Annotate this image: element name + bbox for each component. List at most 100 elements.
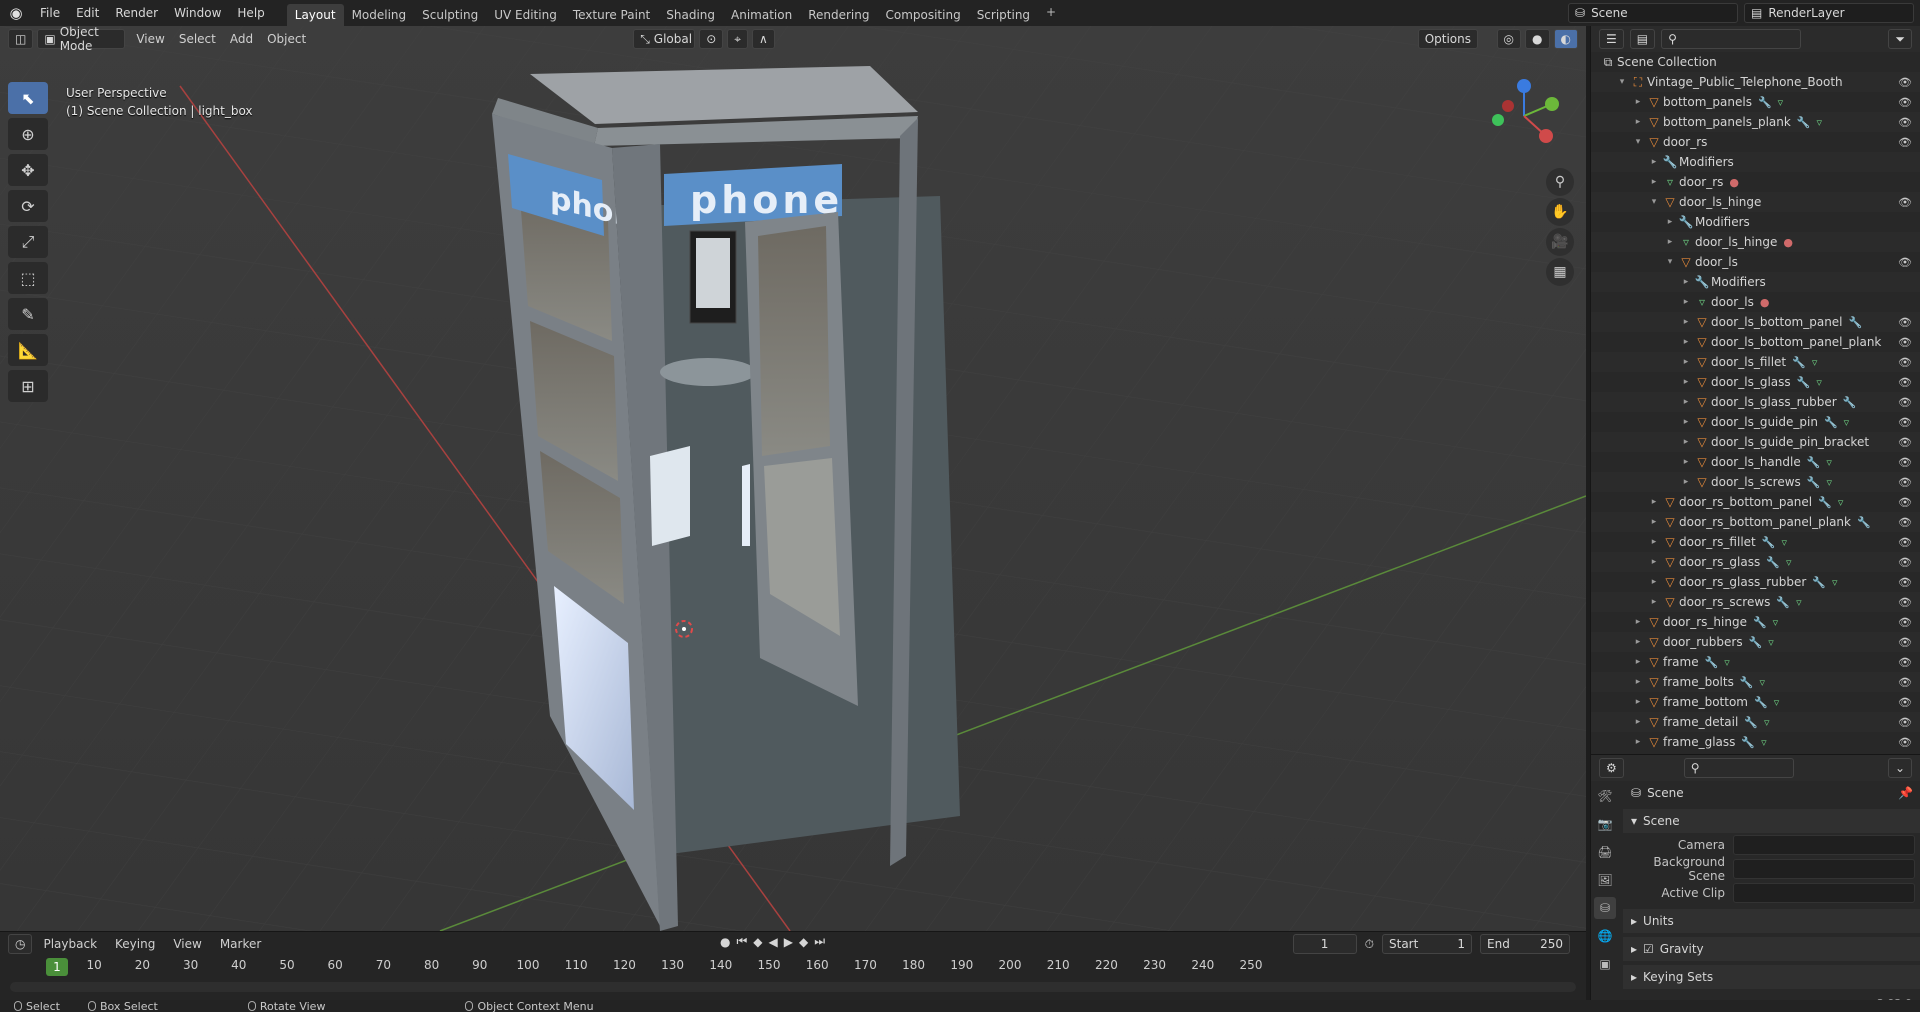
outliner-root-row[interactable]: ⧉ Scene Collection bbox=[1591, 52, 1920, 72]
filter-button[interactable]: ⏷ bbox=[1888, 29, 1912, 49]
viewport-scene[interactable]: phone phone bbox=[0, 26, 1586, 931]
properties-search-input[interactable]: ⚲ bbox=[1683, 758, 1794, 778]
outliner-row[interactable]: ▸ ▽ door_rs_fillet 🔧 ▿ 👁 bbox=[1591, 532, 1920, 552]
viewport-menu-view[interactable]: View bbox=[129, 32, 171, 46]
outliner-row[interactable]: ▸ ▽ door_rubbers 🔧 ▿ 👁 bbox=[1591, 632, 1920, 652]
outliner-row[interactable]: ▾ ▽ door_rs 👁 bbox=[1591, 132, 1920, 152]
record-icon[interactable]: ● bbox=[720, 935, 730, 949]
viewport-menu-object[interactable]: Object bbox=[260, 32, 313, 46]
move-tool[interactable]: ✥ bbox=[8, 154, 48, 186]
end-frame-field[interactable]: End 250 bbox=[1480, 934, 1570, 954]
outliner-editor-button[interactable]: ☰ bbox=[1599, 29, 1624, 49]
orientation-selector[interactable]: ⤡ Global bbox=[633, 29, 696, 49]
outliner-row[interactable]: ▸ ▿ door_ls_hinge ● bbox=[1591, 232, 1920, 252]
outliner-row[interactable]: ▸ ▽ door_rs_screws 🔧 ▿ 👁 bbox=[1591, 592, 1920, 612]
expand-arrow-right-icon[interactable]: ▸ bbox=[1679, 377, 1693, 387]
eye-icon[interactable]: 👁 bbox=[1898, 696, 1912, 709]
eye-icon[interactable]: 👁 bbox=[1898, 736, 1912, 749]
outliner-row[interactable]: ▾ ⛶ Vintage_Public_Telephone_Booth 👁 bbox=[1591, 72, 1920, 92]
mesh-data-icon[interactable]: ▿ bbox=[1812, 356, 1818, 369]
expand-arrow-down-icon[interactable]: ▾ bbox=[1631, 137, 1645, 147]
expand-arrow-right-icon[interactable]: ▸ bbox=[1679, 437, 1693, 447]
outliner-row[interactable]: ▸ ▽ frame_bottom 🔧 ▿ 👁 bbox=[1591, 692, 1920, 712]
timeline-scrollbar[interactable] bbox=[10, 982, 1576, 992]
eye-icon[interactable]: 👁 bbox=[1898, 76, 1912, 89]
expand-arrow-right-icon[interactable]: ▸ bbox=[1647, 177, 1661, 187]
outliner-row[interactable]: ▸ ▽ door_ls_glass 🔧 ▿ 👁 bbox=[1591, 372, 1920, 392]
outliner-row[interactable]: ▸ 🔧 Modifiers bbox=[1591, 212, 1920, 232]
outliner-row[interactable]: ▸ ▽ door_ls_handle 🔧 ▿ 👁 bbox=[1591, 452, 1920, 472]
mode-selector[interactable]: ▣ Object Mode bbox=[37, 26, 126, 53]
object-tab-icon[interactable]: ▣ bbox=[1594, 953, 1616, 975]
jump-end-icon[interactable]: ⏭ bbox=[814, 934, 825, 949]
view-layer-selector[interactable]: ▤ RenderLayer bbox=[1744, 3, 1914, 23]
tool-tab-icon[interactable]: 🛠 bbox=[1594, 785, 1616, 807]
panel-gravity[interactable]: ▸ ☑ Gravity bbox=[1623, 937, 1920, 961]
camera-view-icon[interactable]: 🎥 bbox=[1546, 228, 1574, 256]
tab-sculpting[interactable]: Sculpting bbox=[414, 4, 486, 26]
modifier-icon[interactable]: 🔧 bbox=[1807, 456, 1821, 469]
jump-start-icon[interactable]: ⏮ bbox=[736, 934, 747, 949]
play-icon[interactable]: ▶ bbox=[784, 935, 793, 949]
outliner-row[interactable]: ▸ ▽ bottom_panels_plank 🔧 ▿ 👁 bbox=[1591, 112, 1920, 132]
outliner-row[interactable]: ▸ ▿ door_ls ● bbox=[1591, 292, 1920, 312]
start-frame-field[interactable]: Start 1 bbox=[1382, 934, 1472, 954]
eye-icon[interactable]: 👁 bbox=[1898, 636, 1912, 649]
material-shading-button[interactable]: ◐ bbox=[1553, 29, 1578, 49]
modifier-icon[interactable]: 🔧 bbox=[1749, 636, 1763, 649]
eye-icon[interactable]: 👁 bbox=[1898, 676, 1912, 689]
outliner-row[interactable]: ▾ ▽ door_ls_hinge 👁 bbox=[1591, 192, 1920, 212]
blender-logo-icon[interactable]: ◉ bbox=[0, 0, 32, 26]
scene-selector[interactable]: ⛁ Scene bbox=[1568, 3, 1738, 23]
outliner-row[interactable]: ▸ ▽ door_rs_glass 🔧 ▿ 👁 bbox=[1591, 552, 1920, 572]
eye-icon[interactable]: 👁 bbox=[1898, 616, 1912, 629]
modifier-icon[interactable]: 🔧 bbox=[1741, 736, 1755, 749]
modifier-icon[interactable]: 🔧 bbox=[1824, 416, 1838, 429]
editor-type-button[interactable]: ◫ bbox=[8, 29, 34, 49]
mesh-data-icon[interactable]: ▿ bbox=[1838, 496, 1844, 509]
tab-scripting[interactable]: Scripting bbox=[969, 4, 1038, 26]
expand-arrow-right-icon[interactable]: ▸ bbox=[1631, 717, 1645, 727]
add-cube-tool[interactable]: ⊞ bbox=[8, 370, 48, 402]
navigation-gizmo[interactable] bbox=[1484, 76, 1564, 156]
add-workspace-button[interactable]: + bbox=[1042, 3, 1060, 21]
eye-icon[interactable]: 👁 bbox=[1898, 516, 1912, 529]
expand-arrow-right-icon[interactable]: ▸ bbox=[1679, 317, 1693, 327]
scene-panel-header[interactable]: ▾ Scene bbox=[1623, 809, 1920, 833]
expand-arrow-right-icon[interactable]: ▸ bbox=[1631, 697, 1645, 707]
expand-arrow-right-icon[interactable]: ▸ bbox=[1647, 597, 1661, 607]
mesh-data-icon[interactable]: ▿ bbox=[1724, 656, 1730, 669]
outliner-row[interactable]: ▸ ▽ frame_detail 🔧 ▿ 👁 bbox=[1591, 712, 1920, 732]
checkbox-icon[interactable]: ☑ bbox=[1643, 942, 1654, 956]
material-icon[interactable]: ● bbox=[1783, 236, 1793, 249]
viewport-menu-select[interactable]: Select bbox=[172, 32, 223, 46]
outliner-row[interactable]: ▾ ▽ door_ls 👁 bbox=[1591, 252, 1920, 272]
eye-icon[interactable]: 👁 bbox=[1898, 116, 1912, 129]
expand-arrow-right-icon[interactable]: ▸ bbox=[1631, 637, 1645, 647]
eye-icon[interactable]: 👁 bbox=[1898, 416, 1912, 429]
outliner-row[interactable]: ▸ ▽ door_rs_hinge 🔧 ▿ 👁 bbox=[1591, 612, 1920, 632]
outliner-row[interactable]: ▸ ▽ door_ls_screws 🔧 ▿ 👁 bbox=[1591, 472, 1920, 492]
menu-window[interactable]: Window bbox=[166, 0, 229, 26]
modifier-icon[interactable]: 🔧 bbox=[1857, 516, 1871, 529]
outliner-row[interactable]: ▸ ▿ door_rs ● bbox=[1591, 172, 1920, 192]
render-tab-icon[interactable]: 📷 bbox=[1594, 813, 1616, 835]
expand-arrow-right-icon[interactable]: ▸ bbox=[1679, 277, 1693, 287]
expand-arrow-right-icon[interactable]: ▸ bbox=[1631, 117, 1645, 127]
mesh-data-icon[interactable]: ▿ bbox=[1817, 116, 1823, 129]
eye-icon[interactable]: 👁 bbox=[1898, 436, 1912, 449]
material-icon[interactable]: ● bbox=[1729, 176, 1739, 189]
tab-rendering[interactable]: Rendering bbox=[800, 4, 877, 26]
eye-icon[interactable]: 👁 bbox=[1898, 476, 1912, 489]
timeline-menu-view[interactable]: View bbox=[166, 937, 208, 951]
modifier-icon[interactable]: 🔧 bbox=[1766, 556, 1780, 569]
expand-arrow-down-icon[interactable]: ▾ bbox=[1663, 257, 1677, 267]
expand-arrow-right-icon[interactable]: ▸ bbox=[1679, 477, 1693, 487]
tab-uv-editing[interactable]: UV Editing bbox=[486, 4, 565, 26]
eye-icon[interactable]: 👁 bbox=[1898, 316, 1912, 329]
eye-icon[interactable]: 👁 bbox=[1898, 596, 1912, 609]
mesh-data-icon[interactable]: ▿ bbox=[1832, 576, 1838, 589]
eye-icon[interactable]: 👁 bbox=[1898, 376, 1912, 389]
transform-tool[interactable]: ⬚ bbox=[8, 262, 48, 294]
expand-arrow-right-icon[interactable]: ▸ bbox=[1631, 97, 1645, 107]
